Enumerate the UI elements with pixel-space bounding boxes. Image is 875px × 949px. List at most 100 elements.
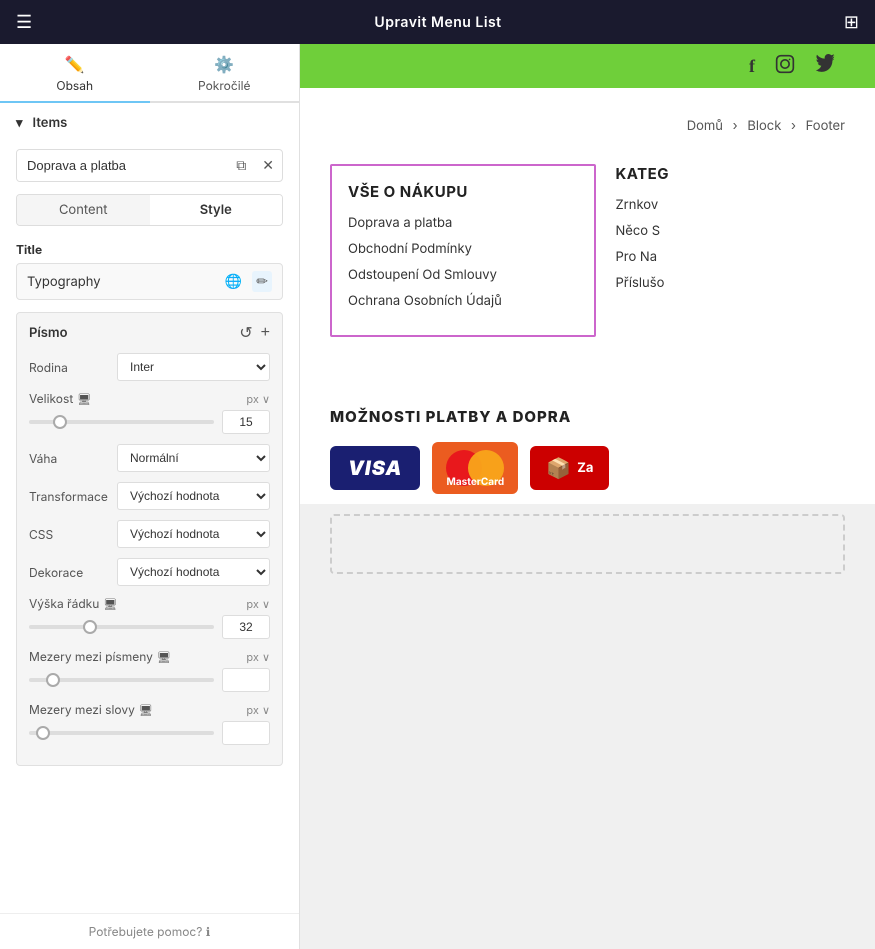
footer-link-doprava[interactable]: Doprava a platba [348,215,578,231]
rodina-select[interactable]: Inter Arial Roboto [117,353,270,381]
css-select[interactable]: Výchozí hodnota Italic Normal [117,520,270,548]
vaha-row: Váha Normální Bold Light [29,444,270,472]
mezery-pismeny-slider[interactable] [29,678,214,682]
vyskaradku-label: Výška řádku 🖥 [29,596,117,611]
typography-label: Typography [27,274,101,290]
pismo-section: Písmo ↺ + Rodina Inter Arial Roboto Veli… [16,312,283,766]
zasilkovna-text: Za [577,460,593,476]
footer-link-obchodni[interactable]: Obchodní Podmínky [348,241,578,257]
footer-col1-title: VŠE O NÁKUPU [348,182,578,201]
vyskaradku-text: Výška řádku [29,596,99,611]
reset-button[interactable]: ↺ [239,323,252,343]
transformace-select[interactable]: Výchozí hodnota Uppercase Lowercase [117,482,270,510]
mezery-slovy-slider[interactable] [29,731,214,735]
items-toggle[interactable]: ▾ Items [16,115,283,131]
typography-icons: 🌐 ✏ [221,271,272,292]
pencil-icon: ✏️ [65,54,85,74]
breadcrumb-item-footer: Footer [806,118,845,134]
pismo-actions: ↺ + [239,323,270,343]
facebook-icon[interactable]: f [749,56,755,77]
zasilkovna-logo: 📦 Za [530,446,609,490]
mastercard-text: MasterCard [447,476,505,488]
help-text[interactable]: Potřebujete pomoc? ℹ [89,924,211,939]
rodina-label: Rodina [29,360,109,375]
vaha-select[interactable]: Normální Bold Light [117,444,270,472]
vyskaradku-input[interactable] [222,615,270,639]
panel-tabs: ✏️ Obsah ⚙️ Pokročilé [0,44,299,103]
footer-link-neco[interactable]: Něco S [616,223,846,239]
velikost-label: Velikost 🖥 [29,391,91,406]
mastercard-logo: MasterCard [432,442,518,494]
dekorace-label: Dekorace [29,565,109,580]
dekorace-select[interactable]: Výchozí hodnota Underline None [117,558,270,586]
payment-logos: VISA MasterCard 📦 Za [330,442,845,494]
gear-icon: ⚙️ [214,54,234,74]
footer-link-prislu[interactable]: Příslušo [616,275,846,291]
payment-title: MOŽNOSTI PLATBY A DOPRA [330,407,845,426]
add-button[interactable]: + [261,323,270,343]
breadcrumb-sep-2: › [791,118,796,134]
pismo-title: Písmo [29,325,68,341]
visa-logo: VISA [330,446,420,490]
mezery-pismeny-input[interactable] [222,668,270,692]
mezery-slovy-label: Mezery mezi slovy 🖥 [29,702,153,717]
copy-button[interactable]: ⧉ [228,151,254,180]
footer-col-vse-o-nakupu: VŠE O NÁKUPU Doprava a platba Obchodní P… [330,164,596,337]
tab-obsah-label: Obsah [56,78,93,93]
vyskaradku-slider-row [29,615,270,639]
item-input[interactable] [17,150,228,181]
main-layout: ✏️ Obsah ⚙️ Pokročilé ▾ Items ⧉ ✕ Conten… [0,44,875,949]
breadcrumb-sep-1: › [733,118,738,134]
velikost-slider-row [29,410,270,434]
grid-icon[interactable]: ⊞ [844,12,859,33]
mezery-slovy-input[interactable] [222,721,270,745]
mezery-slovy-unit: px ∨ [246,703,270,717]
hamburger-icon[interactable]: ☰ [16,12,32,33]
transformace-label: Transformace [29,489,109,504]
top-bar-title: Upravit Menu List [32,14,844,31]
velikost-text: Velikost [29,391,73,406]
top-bar: ☰ Upravit Menu List ⊞ [0,0,875,44]
globe-icon-button[interactable]: 🌐 [221,271,246,292]
tab-obsah[interactable]: ✏️ Obsah [0,44,150,103]
velikost-unit: px ∨ [246,392,270,406]
right-content: f Domů › Block › Footer [300,44,875,949]
breadcrumb-item-block[interactable]: Block [747,118,781,134]
footer-link-zrnkov[interactable]: Zrnkov [616,197,846,213]
mezery-slovy-header-row: Mezery mezi slovy 🖥 px ∨ [29,702,270,717]
footer-link-pro-na[interactable]: Pro Na [616,249,846,265]
green-top-bar: f [300,44,875,88]
title-label: Title [16,242,283,257]
tab-style[interactable]: Style [150,195,283,225]
mezery-pismeny-slider-row [29,668,270,692]
instagram-icon[interactable] [775,54,795,79]
tab-content[interactable]: Content [17,195,150,225]
items-section: ▾ Items [0,103,299,139]
mezery-pismeny-unit: px ∨ [246,650,270,664]
twitter-icon[interactable] [815,54,835,79]
vaha-label: Váha [29,451,109,466]
visa-text: VISA [348,456,402,480]
close-button[interactable]: ✕ [254,151,282,180]
footer-link-ochrana[interactable]: Ochrana Osobních Údajů [348,293,578,309]
mezery-pismeny-text: Mezery mezi písmeny [29,649,153,664]
content-style-tabs: Content Style [16,194,283,226]
item-row: ⧉ ✕ [16,149,283,182]
dotted-selection-box [330,514,845,574]
footer-link-odstoupeni[interactable]: Odstoupení Od Smlouvy [348,267,578,283]
help-footer: Potřebujete pomoc? ℹ [0,913,299,949]
vyskaradku-slider[interactable] [29,625,214,629]
footer-col2-title: KATEG [616,164,846,183]
mezery-slovy-slider-row [29,721,270,745]
velikost-slider[interactable] [29,420,214,424]
payment-section: MOŽNOSTI PLATBY A DOPRA VISA MasterCard … [300,387,875,504]
pen-icon-button[interactable]: ✏ [252,271,272,292]
vyskaradku-header-row: Výška řádku 🖥 px ∨ [29,596,270,611]
breadcrumb-item-domu[interactable]: Domů [687,118,723,134]
velikost-header-row: Velikost 🖥 px ∨ [29,391,270,406]
mezery-slovy-text: Mezery mezi slovy [29,702,135,717]
footer-col-kategorie: KATEG Zrnkov Něco S Pro Na Příslušo [616,164,846,337]
css-row: CSS Výchozí hodnota Italic Normal [29,520,270,548]
velikost-input[interactable] [222,410,270,434]
tab-pokrocile[interactable]: ⚙️ Pokročilé [150,44,300,103]
